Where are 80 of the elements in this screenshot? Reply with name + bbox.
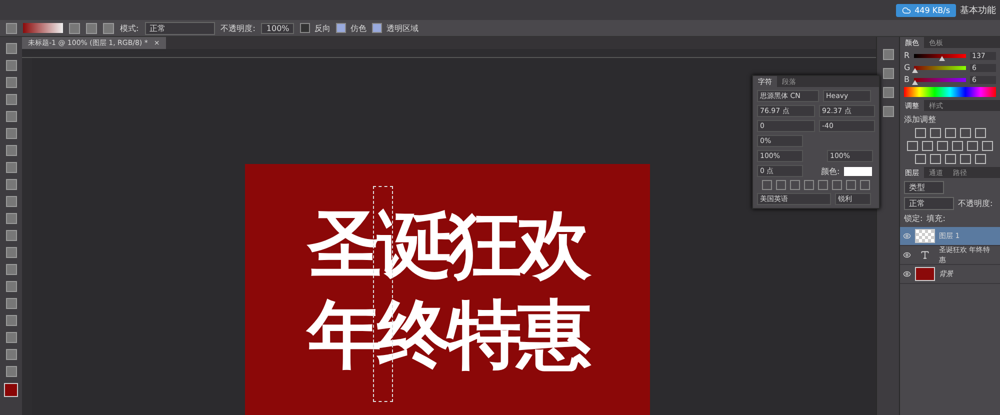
panel-icon[interactable] (882, 49, 894, 60)
filter-select[interactable]: 类型 (904, 181, 944, 194)
tool-icon[interactable] (6, 366, 16, 377)
adjustment-icon[interactable] (937, 141, 948, 151)
tool-icon[interactable] (6, 213, 16, 224)
channel-label: R (904, 51, 910, 60)
headline-text: 圣诞狂欢 (308, 202, 588, 288)
adjustment-icon[interactable] (974, 154, 986, 164)
tool-icon[interactable] (6, 281, 16, 292)
mode-select[interactable]: 正常 (144, 22, 215, 34)
radial-gradient-icon[interactable] (86, 22, 97, 34)
checkbox[interactable] (372, 23, 382, 33)
panel-heading: 添加调整 (904, 114, 937, 125)
adjustment-icon[interactable] (982, 141, 993, 151)
eye-icon[interactable] (903, 270, 911, 278)
checkbox-label: 仿色 (350, 22, 366, 34)
gradient-tool-icon[interactable] (6, 22, 17, 34)
fill-label: 填充: (926, 213, 946, 224)
color-label: 颜色: (821, 166, 840, 176)
tool-icon[interactable] (6, 162, 16, 173)
tool-icon[interactable] (6, 43, 16, 54)
adjustment-icon[interactable] (974, 128, 986, 138)
adjustment-icon[interactable] (914, 128, 926, 138)
adjustment-icon[interactable] (960, 128, 970, 138)
eye-icon[interactable] (903, 232, 911, 240)
checkbox-label: 反向 (314, 22, 330, 34)
eye-icon[interactable] (903, 251, 911, 259)
channel-label: B (904, 75, 910, 84)
opacity-label: 不透明度: (220, 22, 256, 34)
text-color-swatch[interactable] (844, 166, 872, 176)
checkbox[interactable] (336, 23, 346, 33)
adjustment-icon[interactable] (944, 128, 956, 138)
tool-icon[interactable] (6, 94, 16, 105)
adjustment-icon[interactable] (944, 154, 956, 164)
adjustment-icon[interactable] (930, 128, 940, 138)
lock-label: 锁定: (904, 213, 923, 224)
tool-icon[interactable] (6, 111, 16, 122)
adjustment-icon[interactable] (967, 141, 978, 151)
slider-thumb[interactable] (912, 68, 918, 72)
opacity-field[interactable]: 100% (261, 22, 294, 34)
adjustment-icon[interactable] (930, 154, 940, 164)
adjustment-icon[interactable] (914, 154, 926, 164)
checkbox-label: 透明区域 (386, 22, 418, 34)
tool-icon[interactable] (6, 264, 16, 275)
mode-label: 模式: (120, 22, 139, 34)
workspace-label[interactable]: 基本功能 (960, 4, 996, 16)
adjustment-icon[interactable] (960, 154, 970, 164)
cloud-icon (902, 6, 911, 14)
channel-label: G (904, 63, 910, 72)
text-layer-icon (920, 250, 930, 260)
panel-icon[interactable] (882, 87, 894, 98)
foreground-swatch[interactable] (4, 383, 18, 397)
tool-icon[interactable] (6, 315, 16, 326)
tool-icon[interactable] (6, 298, 16, 309)
adjustment-icon[interactable] (922, 141, 933, 151)
adjustment-icon[interactable] (952, 141, 963, 151)
tool-icon[interactable] (6, 179, 16, 190)
tool-icon[interactable] (6, 128, 16, 139)
angle-gradient-icon[interactable] (103, 22, 114, 34)
panel-icon[interactable] (882, 106, 894, 117)
network-speed-badge: 449 KB/s (896, 4, 956, 16)
tool-icon[interactable] (6, 332, 16, 343)
tool-icon[interactable] (6, 196, 16, 207)
tool-icon[interactable] (6, 145, 16, 156)
checkbox[interactable] (300, 23, 310, 33)
gradient-swatch[interactable] (23, 23, 63, 33)
adjustment-icon[interactable] (907, 141, 918, 151)
color-spectrum[interactable] (904, 87, 996, 97)
tool-icon[interactable] (6, 230, 16, 241)
blend-mode-select[interactable]: 正常 (904, 197, 954, 210)
linear-gradient-icon[interactable] (69, 22, 80, 34)
panel-icon[interactable] (882, 68, 894, 79)
tool-icon[interactable] (6, 60, 16, 71)
tool-icon[interactable] (6, 349, 16, 360)
headline-text: 年终特惠 (308, 292, 588, 378)
opacity-label: 不透明度: (958, 198, 993, 209)
tool-icon[interactable] (6, 77, 16, 88)
layer-thumbnail (915, 229, 935, 243)
slider-thumb[interactable] (938, 56, 945, 60)
tool-icon[interactable] (6, 247, 16, 258)
